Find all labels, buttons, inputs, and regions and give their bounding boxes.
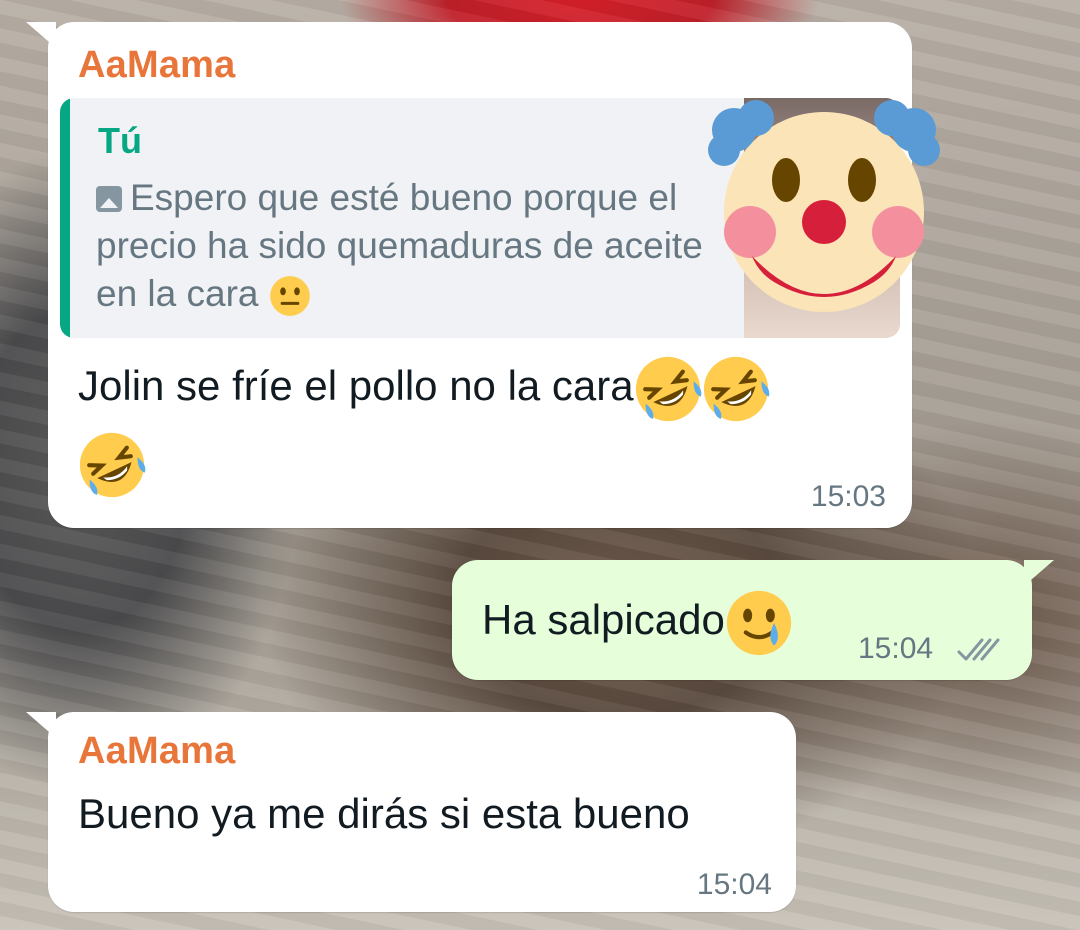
quote-author: Tú [98, 120, 142, 161]
rofl-emoji-icon [635, 356, 701, 422]
double-check-icon [957, 638, 1000, 661]
message-text-block[interactable]: Ha salpicado [482, 582, 793, 658]
bubble-tail [26, 712, 56, 738]
rofl-emoji-icon [79, 432, 146, 498]
incoming-message-bubble[interactable]: AaMama Bueno ya me dirás si esta bueno 1… [26, 712, 796, 912]
bubble-tail [26, 22, 56, 48]
rofl-emoji-icon [703, 356, 769, 422]
message-text-block[interactable]: Jolin se fríe el pollo no la cara [78, 348, 770, 500]
message-time: 15:03 [810, 480, 886, 513]
clown-face-emoji-icon [708, 100, 940, 312]
message-time: 15:04 [858, 632, 934, 665]
smiling-face-with-tear-emoji-icon [726, 590, 791, 656]
bubble-tail [1024, 560, 1054, 586]
message-time: 15:04 [696, 868, 772, 901]
neutral-face-emoji-icon [269, 276, 310, 317]
incoming-message-bubble[interactable]: AaMama Tú Espero que esté bueno porque e… [26, 22, 940, 528]
image-icon [96, 186, 122, 212]
quote-text-block: Espero que esté bueno porque el precio h… [96, 174, 736, 318]
quote-text: Espero que esté bueno porque el precio h… [96, 177, 703, 314]
message-text: Jolin se fríe el pollo no la cara [78, 362, 634, 409]
outgoing-message-bubble[interactable]: Ha salpicado 15:04 [452, 560, 1054, 680]
quote-accent-bar [60, 98, 70, 338]
message-text[interactable]: Bueno ya me dirás si esta bueno [78, 776, 690, 852]
sender-name[interactable]: AaMama [78, 730, 236, 773]
message-text: Ha salpicado [482, 596, 725, 643]
sender-name[interactable]: AaMama [78, 44, 236, 87]
